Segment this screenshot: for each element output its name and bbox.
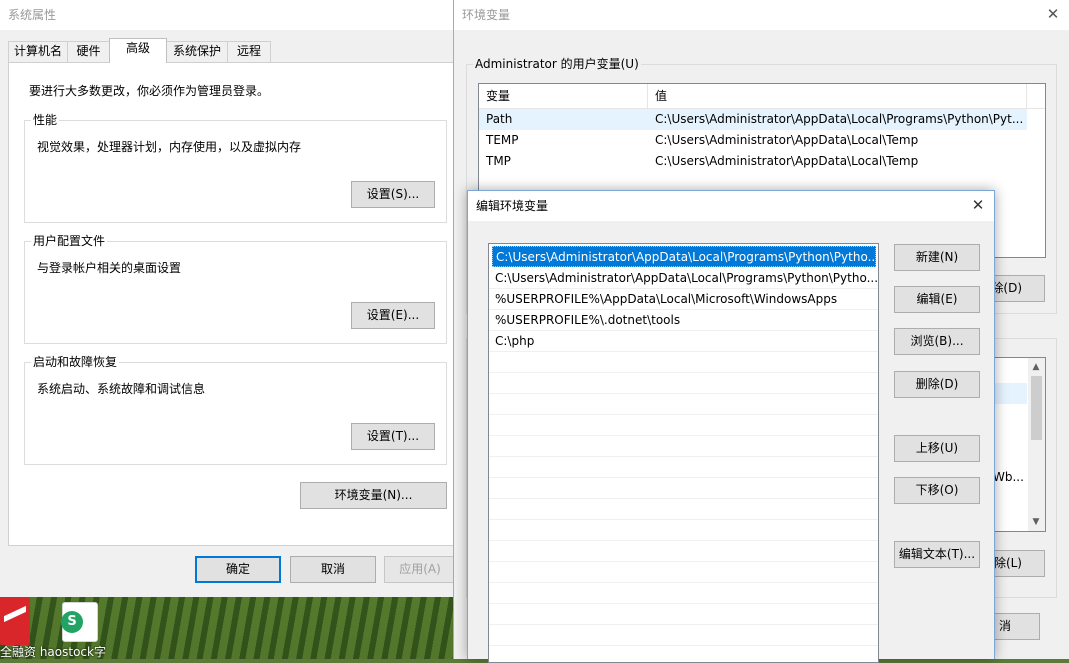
user-variables-label: Administrator 的用户变量(U) <box>473 56 641 72</box>
environment-variables-close-icon[interactable]: ✕ <box>1045 6 1061 22</box>
empty-path-row[interactable] <box>489 499 878 520</box>
ok-button[interactable]: 确定 <box>195 556 281 583</box>
edit-environment-variable-dialog: 编辑环境变量 ✕ C:\Users\Administrator\AppData\… <box>467 190 995 663</box>
path-item[interactable]: C:\php <box>489 331 878 352</box>
edit-button[interactable]: 编辑(E) <box>894 286 980 313</box>
table-row[interactable]: TMP C:\Users\Administrator\AppData\Local… <box>479 151 1045 172</box>
spreadsheet-badge-icon: S <box>61 611 83 633</box>
move-down-button[interactable]: 下移(O) <box>894 477 980 504</box>
tab-advanced[interactable]: 高级 <box>109 38 167 63</box>
path-list[interactable]: C:\Users\Administrator\AppData\Local\Pro… <box>488 243 879 663</box>
edit-dialog-titlebar: 编辑环境变量 <box>468 191 994 221</box>
scroll-up-icon[interactable]: ▲ <box>1028 360 1044 374</box>
empty-path-row[interactable] <box>489 457 878 478</box>
empty-path-row[interactable] <box>489 415 878 436</box>
performance-group: 性能 视觉效果，处理器计划，内存使用，以及虚拟内存 设置(S)... <box>24 112 447 223</box>
move-up-button[interactable]: 上移(U) <box>894 435 980 462</box>
empty-path-row[interactable] <box>489 352 878 373</box>
table-row[interactable]: Path C:\Users\Administrator\AppData\Loca… <box>479 109 1027 130</box>
environment-variables-button[interactable]: 环境变量(N)... <box>300 482 447 509</box>
path-item[interactable]: %USERPROFILE%\AppData\Local\Microsoft\Wi… <box>489 289 878 310</box>
system-variables-scrollbar[interactable]: ▲ ▼ <box>1028 358 1045 531</box>
path-item[interactable]: C:\Users\Administrator\AppData\Local\Pro… <box>492 246 876 267</box>
empty-path-row[interactable] <box>489 478 878 499</box>
empty-path-row[interactable] <box>489 520 878 541</box>
empty-path-row[interactable] <box>489 436 878 457</box>
user-profiles-label: 用户配置文件 <box>31 233 108 249</box>
variable-value: C:\Users\Administrator\AppData\Local\Tem… <box>655 133 919 147</box>
startup-recovery-description: 系统启动、系统故障和调试信息 <box>37 382 206 396</box>
admin-note: 要进行大多数更改，你必须作为管理员登录。 <box>29 84 270 98</box>
variable-value: C:\Users\Administrator\AppData\Local\Pro… <box>655 112 1024 126</box>
performance-settings-button[interactable]: 设置(S)... <box>351 181 435 208</box>
delete-button[interactable]: 删除(D) <box>894 371 980 398</box>
cancel-button[interactable]: 取消 <box>290 556 376 583</box>
tab-remote[interactable]: 远程 <box>227 41 271 62</box>
user-profiles-description: 与登录帐户相关的桌面设置 <box>37 261 182 275</box>
path-item[interactable]: %USERPROFILE%\.dotnet\tools <box>489 310 878 331</box>
empty-path-row[interactable] <box>489 541 878 562</box>
empty-path-row[interactable] <box>489 394 878 415</box>
empty-path-row[interactable] <box>489 625 878 646</box>
tab-hardware[interactable]: 硬件 <box>67 41 110 62</box>
new-button[interactable]: 新建(N) <box>894 244 980 271</box>
performance-description: 视觉效果，处理器计划，内存使用，以及虚拟内存 <box>37 140 302 154</box>
advanced-tab-page: 要进行大多数更改，你必须作为管理员登录。 性能 视觉效果，处理器计划，内存使用，… <box>8 62 454 546</box>
column-value[interactable]: 值 <box>648 84 1027 109</box>
table-row[interactable]: TEMP C:\Users\Administrator\AppData\Loca… <box>479 130 1045 151</box>
empty-path-row[interactable] <box>489 583 878 604</box>
variable-name: TEMP <box>486 133 519 147</box>
system-properties-titlebar: 系统属性 <box>0 0 456 30</box>
user-profiles-group: 用户配置文件 与登录帐户相关的桌面设置 设置(E)... <box>24 233 447 344</box>
user-variables-header: 变量 值 <box>479 84 1045 109</box>
desktop-shortcut-label: 全融资 haostock字 <box>0 646 106 659</box>
tab-computer-name[interactable]: 计算机名 <box>8 41 68 62</box>
path-item[interactable]: C:\Users\Administrator\AppData\Local\Pro… <box>489 268 878 289</box>
startup-recovery-settings-button[interactable]: 设置(T)... <box>351 423 435 450</box>
startup-recovery-group: 启动和故障恢复 系统启动、系统故障和调试信息 设置(T)... <box>24 354 447 465</box>
empty-path-row[interactable] <box>489 373 878 394</box>
empty-path-row[interactable] <box>489 604 878 625</box>
scroll-down-icon[interactable]: ▼ <box>1028 515 1044 529</box>
startup-recovery-label: 启动和故障恢复 <box>31 354 120 370</box>
system-properties-window: 系统属性 计算机名 硬件 高级 系统保护 远程 要进行大多数更改，你必须作为管理… <box>0 0 456 597</box>
environment-variables-titlebar: 环境变量 <box>454 0 1069 30</box>
user-profiles-settings-button[interactable]: 设置(E)... <box>351 302 435 329</box>
system-variable-value-partial: Wb... <box>993 470 1024 484</box>
app-shortcut-icon[interactable] <box>0 597 30 645</box>
apply-button[interactable]: 应用(A) <box>384 556 456 583</box>
variable-name: Path <box>486 112 513 126</box>
performance-label: 性能 <box>31 112 60 128</box>
variable-name: TMP <box>486 154 511 168</box>
empty-path-row[interactable] <box>489 562 878 583</box>
spreadsheet-shortcut-icon[interactable]: S <box>61 602 98 642</box>
scroll-thumb[interactable] <box>1031 376 1042 440</box>
edit-text-button[interactable]: 编辑文本(T)... <box>894 541 980 568</box>
edit-dialog-close-icon[interactable]: ✕ <box>970 197 986 213</box>
variable-value: C:\Users\Administrator\AppData\Local\Tem… <box>655 154 919 168</box>
column-variable[interactable]: 变量 <box>479 84 648 109</box>
browse-button[interactable]: 浏览(B)... <box>894 328 980 355</box>
tab-system-protection[interactable]: 系统保护 <box>166 41 228 62</box>
